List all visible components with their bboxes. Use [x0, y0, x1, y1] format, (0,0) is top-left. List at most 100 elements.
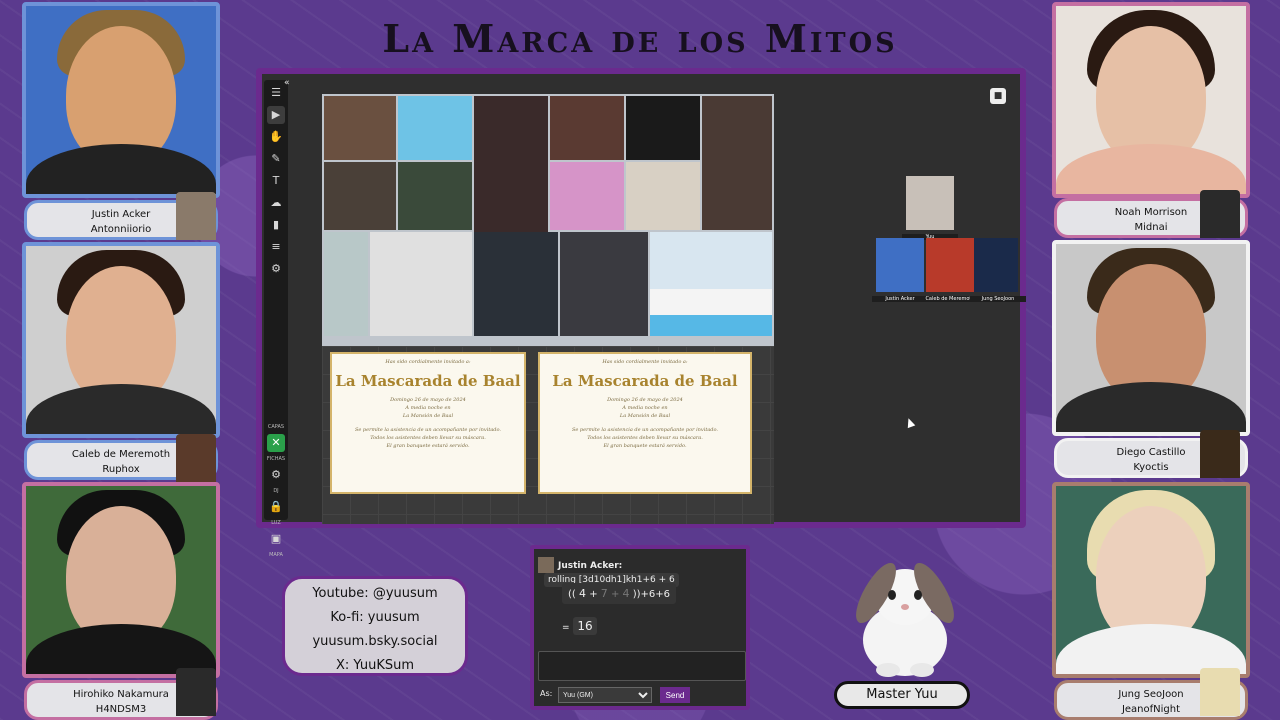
avatar: [1200, 668, 1240, 716]
avatar: [1200, 190, 1240, 238]
vtt-toolbar: ☰ ▶ ✋ ✎ T ☁ ▮ ≡ ⚙ CAPAS ✕ FICHAS ⚙ DJ 🔒 …: [264, 80, 288, 558]
fog-icon[interactable]: ☁: [267, 194, 285, 212]
tool-label-layers: CAPAS: [267, 424, 285, 430]
token-label: Justin Acker: [872, 296, 928, 302]
roll-plus: +: [589, 589, 598, 600]
character-photo: [474, 96, 548, 236]
roll-plus: +: [610, 589, 620, 600]
settings-icon[interactable]: ⚙: [267, 260, 285, 278]
character-photo-board[interactable]: [322, 94, 774, 346]
character-photo: [550, 162, 624, 230]
invite-intro: Has sido cordialmente invitado a:: [385, 359, 471, 365]
token-jung-seojoon[interactable]: Jung SeoJoon: [970, 238, 1026, 302]
tool-label-tokens: FICHAS: [266, 456, 286, 462]
location-photo: [324, 232, 368, 336]
roll-result: 16: [573, 617, 597, 635]
token-justin-acker[interactable]: Justin Acker: [872, 238, 928, 302]
as-label: As:: [540, 689, 553, 698]
die-result: 4: [579, 587, 586, 600]
invite-place: La Mansión de Baal: [402, 413, 454, 419]
avatar: [176, 192, 216, 240]
roll-equals: =: [562, 623, 570, 633]
brush-icon[interactable]: ✎: [267, 150, 285, 168]
bsky-link: yuusum.bsky.social: [312, 634, 438, 649]
character-photo: [702, 96, 772, 230]
speaking-as-select[interactable]: Yuu (GM): [558, 687, 652, 703]
character-photo: [370, 232, 472, 336]
tool-label-light: LUZ: [271, 520, 281, 526]
tokens-layer-button[interactable]: ✕: [267, 434, 285, 452]
vtt-window[interactable]: ☰ ▶ ✋ ✎ T ☁ ▮ ≡ ⚙ CAPAS ✕ FICHAS ⚙ DJ 🔒 …: [256, 68, 1026, 558]
character-photo: [398, 162, 472, 230]
invite-rule: Todos los asistentes deben llevar su más…: [370, 435, 486, 441]
vtt-canvas[interactable]: Has sido cordialmente invitado a: La Mas…: [322, 94, 774, 524]
location-photo: [626, 162, 700, 230]
ruler-icon[interactable]: ▮: [267, 216, 285, 234]
chat-input[interactable]: [538, 651, 746, 681]
invite-rule: Se permite la asistencia de un acompañan…: [354, 427, 502, 433]
character-photo: [550, 96, 624, 160]
chat-speaker: Justin Acker:: [558, 560, 623, 571]
webcam-noah-morrison: [1052, 2, 1250, 198]
location-photo: [650, 232, 772, 336]
webcam-jung-seojoon: [1052, 482, 1250, 678]
lock-icon[interactable]: 🔒: [267, 498, 285, 516]
invite-title: La Mascarada de Baal: [335, 372, 521, 390]
invite-time: A media noche en: [622, 405, 668, 411]
tool-label-map: MAPA: [269, 552, 283, 558]
invite-rule: Todos los asistentes deben llevar su más…: [587, 435, 703, 441]
invitation-card[interactable]: Has sido cordialmente invitado a: La Mas…: [330, 352, 526, 494]
invite-place: La Mansión de Baal: [619, 413, 671, 419]
token-label: Jung SeoJoon: [970, 296, 1026, 302]
invite-rule: El gran banquete estará servido.: [603, 443, 687, 449]
chat-panel[interactable]: Justin Acker:rolling [3d10dh1]kh1+6 + 6 …: [530, 545, 750, 710]
token-gm[interactable]: Yuu: [902, 176, 958, 240]
invite-rule: Se permite la asistencia de un acompañan…: [571, 427, 719, 433]
social-links-panel: Youtube: @yuusum Ko-fi: yuusum yuusum.bs…: [282, 576, 468, 676]
invite-time: A media noche en: [405, 405, 451, 411]
pointer-icon[interactable]: ▶: [267, 106, 285, 124]
character-photo: [398, 96, 472, 160]
avatar: [176, 434, 216, 482]
kofi-link: Ko-fi: yuusum: [330, 610, 420, 625]
avatar: [538, 557, 554, 573]
token-caleb-de-meremoth[interactable]: Caleb de Meremoth: [922, 238, 978, 302]
text-icon[interactable]: T: [267, 172, 285, 190]
invite-date: Domingo 26 de mayo de 2024: [607, 397, 683, 403]
stream-title: La Marca de los Mitos: [382, 16, 898, 61]
light-icon[interactable]: ▣: [267, 530, 285, 548]
die-result: 7: [600, 587, 608, 600]
invite-intro: Has sido cordialmente invitado a:: [602, 359, 688, 365]
invite-title: La Mascarada de Baal: [552, 372, 738, 390]
bunny-mascot: [856, 562, 954, 677]
tool-label-dj: DJ: [273, 488, 279, 494]
invite-rule: El gran banquete estará servido.: [386, 443, 470, 449]
avatar: [176, 668, 216, 716]
invite-date: Domingo 26 de mayo de 2024: [390, 397, 466, 403]
menu-icon[interactable]: ☰: [267, 84, 285, 102]
webcam-caleb-de-meremoth: [22, 242, 220, 438]
host-name-plate: Master Yuu: [834, 681, 970, 709]
youtube-link: Youtube: @yuusum: [312, 586, 438, 601]
collapse-arrow-icon[interactable]: «: [284, 78, 290, 88]
roll-breakdown: (( 4 + 7 + 4 ))+6+6: [562, 583, 677, 604]
roll-open: ((: [568, 589, 576, 600]
lock-icon[interactable]: ■: [990, 88, 1006, 104]
character-photo: [324, 162, 396, 230]
gear-icon[interactable]: ⚙: [267, 466, 285, 484]
character-photo: [474, 232, 558, 336]
avatar: [1200, 430, 1240, 478]
webcam-justin-acker: [22, 2, 220, 198]
x-link: X: YuuKSum: [335, 658, 415, 673]
send-button[interactable]: Send: [660, 687, 690, 703]
character-photo: [324, 96, 396, 160]
roll-total: = 16: [562, 617, 597, 635]
notes-icon[interactable]: ≡: [267, 238, 285, 256]
character-photo: [626, 96, 700, 160]
die-result: 4: [622, 587, 630, 600]
character-photo: [560, 232, 648, 336]
hand-icon[interactable]: ✋: [267, 128, 285, 146]
webcam-hirohiko-nakamura: [22, 482, 220, 678]
invitation-card[interactable]: Has sido cordialmente invitado a: La Mas…: [538, 352, 752, 494]
webcam-diego-castillo: [1052, 240, 1250, 436]
